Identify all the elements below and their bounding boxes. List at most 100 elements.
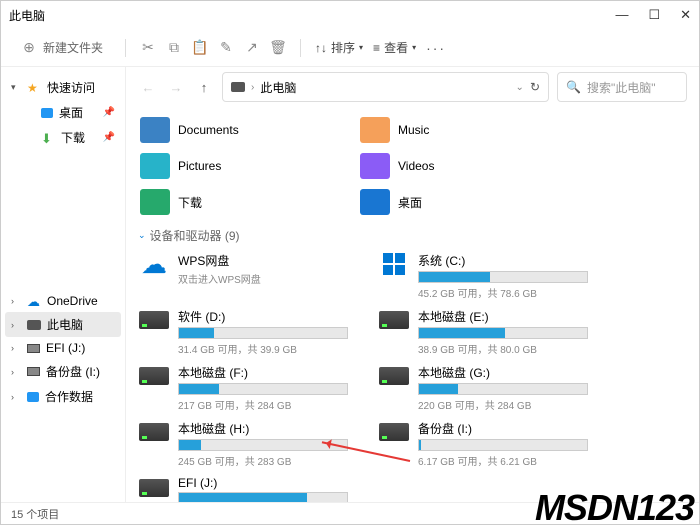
drive-name: WPS网盘: [178, 252, 348, 269]
folder-item[interactable]: Music: [358, 115, 538, 145]
section-header-devices[interactable]: ⌄ 设备和驱动器 (9): [138, 227, 687, 244]
disk-icon: [379, 311, 409, 329]
folder-icon: [140, 117, 170, 143]
drive-item[interactable]: 系统 (C:)45.2 GB 可用，共 78.6 GB: [378, 252, 588, 300]
chevron-down-icon: ▾: [359, 43, 363, 52]
refresh-button[interactable]: ↻: [530, 80, 540, 94]
drive-item[interactable]: 本地磁盘 (F:)217 GB 可用，共 284 GB: [138, 364, 348, 412]
sidebar-item-share[interactable]: › 合作数据: [5, 384, 121, 409]
pc-icon: [27, 320, 41, 330]
chevron-right-icon: ›: [251, 82, 254, 93]
chevron-right-icon: ›: [11, 343, 21, 353]
folder-item[interactable]: Videos: [358, 151, 538, 181]
search-input[interactable]: 🔍 搜索"此电脑": [557, 72, 687, 102]
drive-name: 备份盘 (I:): [418, 420, 588, 437]
usage-bar: [418, 327, 588, 339]
close-button[interactable]: ✕: [680, 7, 691, 23]
sidebar-item-efi[interactable]: › EFI (J:): [5, 337, 121, 359]
usage-bar: [418, 439, 588, 451]
chevron-right-icon: ›: [11, 367, 21, 377]
delete-icon[interactable]: 🗑: [270, 40, 286, 56]
drive-name: 系统 (C:): [418, 252, 588, 269]
folder-icon: [140, 189, 170, 215]
titlebar: 此电脑 — ☐ ✕: [1, 1, 699, 29]
sort-button[interactable]: ↑↓ 排序 ▾: [315, 39, 363, 56]
sidebar-item-onedrive[interactable]: › ☁ OneDrive: [5, 290, 121, 312]
drive-item[interactable]: EFI (J:)109 MB 可用，共 449 MB: [138, 476, 348, 502]
drive-space: 220 GB 可用，共 284 GB: [418, 397, 588, 412]
drive-item[interactable]: 本地磁盘 (G:)220 GB 可用，共 284 GB: [378, 364, 588, 412]
drive-item[interactable]: 软件 (D:)31.4 GB 可用，共 39.9 GB: [138, 308, 348, 356]
disk-icon: [27, 344, 40, 353]
folder-label: Videos: [398, 159, 434, 173]
drive-item[interactable]: 本地磁盘 (E:)38.9 GB 可用，共 80.0 GB: [378, 308, 588, 356]
drive-space: 31.4 GB 可用，共 39.9 GB: [178, 341, 348, 356]
chevron-down-icon: ⌄: [138, 230, 146, 241]
rename-icon[interactable]: ✎: [218, 40, 234, 56]
folder-item[interactable]: 桌面: [358, 187, 538, 217]
more-button[interactable]: ···: [426, 40, 446, 56]
drive-space: 245 GB 可用，共 283 GB: [178, 453, 348, 468]
pin-icon: 📌: [103, 132, 115, 143]
star-icon: ★: [27, 81, 41, 95]
sidebar-label: 合作数据: [45, 388, 115, 405]
disk-icon: [139, 367, 169, 385]
desktop-icon: [41, 108, 53, 118]
forward-button[interactable]: →: [166, 77, 186, 97]
drive-space: 6.17 GB 可用，共 6.21 GB: [418, 453, 588, 468]
drive-item[interactable]: 备份盘 (I:) 6.17 GB 可用，共 6.21 GB: [378, 420, 588, 468]
sidebar-label: 快速访问: [47, 79, 115, 96]
chevron-down-icon[interactable]: ⌄: [516, 82, 524, 93]
cut-icon[interactable]: ✂: [140, 40, 156, 56]
usage-bar: [418, 383, 588, 395]
chevron-right-icon: ›: [11, 296, 21, 306]
folder-item[interactable]: Documents: [138, 115, 318, 145]
paste-icon[interactable]: 📋: [192, 40, 208, 56]
sidebar-item-desktop[interactable]: 桌面 📌: [19, 100, 121, 125]
minimize-button[interactable]: —: [615, 7, 628, 23]
copy-icon[interactable]: ⧉: [166, 40, 182, 56]
section-label: 设备和驱动器 (9): [150, 227, 240, 244]
sidebar-item-backup[interactable]: › 备份盘 (I:): [5, 359, 121, 384]
folder-item[interactable]: 下载: [138, 187, 318, 217]
folder-label: Documents: [178, 123, 239, 137]
disk-icon: [139, 311, 169, 329]
plus-icon: ⊕: [21, 40, 37, 56]
wps-icon: ☁: [141, 249, 167, 280]
share-icon[interactable]: ↗: [244, 40, 260, 56]
chevron-right-icon: ›: [11, 392, 21, 402]
sidebar: ▾ ★ 快速访问 桌面 📌 ⬇ 下载 📌: [1, 67, 126, 502]
back-button[interactable]: ←: [138, 77, 158, 97]
separator: [125, 39, 126, 57]
folder-label: 桌面: [398, 194, 422, 211]
folder-icon: [360, 189, 390, 215]
sidebar-label: 备份盘 (I:): [46, 363, 115, 380]
drive-item[interactable]: ☁WPS网盘双击进入WPS网盘: [138, 252, 348, 300]
drive-item[interactable]: 本地磁盘 (H:)245 GB 可用，共 283 GB: [138, 420, 348, 468]
disk-icon: [379, 367, 409, 385]
sort-label: 排序: [331, 39, 355, 56]
windows-icon: [383, 253, 405, 275]
maximize-button[interactable]: ☐: [648, 7, 660, 23]
breadcrumb[interactable]: 此电脑: [260, 79, 296, 96]
disk-icon: [139, 423, 169, 441]
sidebar-label: 此电脑: [47, 316, 115, 333]
view-button[interactable]: ≡ 查看 ▾: [373, 39, 416, 56]
usage-bar: [178, 492, 348, 502]
address-input[interactable]: › 此电脑 ⌄ ↻: [222, 72, 549, 102]
folder-label: Pictures: [178, 159, 221, 173]
chevron-down-icon: ▾: [11, 82, 21, 93]
folder-icon: [360, 117, 390, 143]
sidebar-item-quickaccess[interactable]: ▾ ★ 快速访问: [5, 75, 121, 100]
new-folder-button[interactable]: ⊕ 新建文件夹: [13, 35, 111, 60]
sidebar-item-thispc[interactable]: › 此电脑: [5, 312, 121, 337]
folder-item[interactable]: Pictures: [138, 151, 318, 181]
search-icon: 🔍: [566, 80, 581, 94]
pc-icon: [231, 82, 245, 92]
status-item-count: 15 个项目: [11, 509, 59, 521]
sidebar-item-downloads[interactable]: ⬇ 下载 📌: [19, 125, 121, 150]
toolbar: ⊕ 新建文件夹 ✂ ⧉ 📋 ✎ ↗ 🗑 ↑↓ 排序 ▾ ≡ 查看 ▾ ···: [1, 29, 699, 67]
up-button[interactable]: ↑: [194, 77, 214, 97]
sidebar-label: EFI (J:): [46, 341, 115, 355]
folder-label: Music: [398, 123, 429, 137]
